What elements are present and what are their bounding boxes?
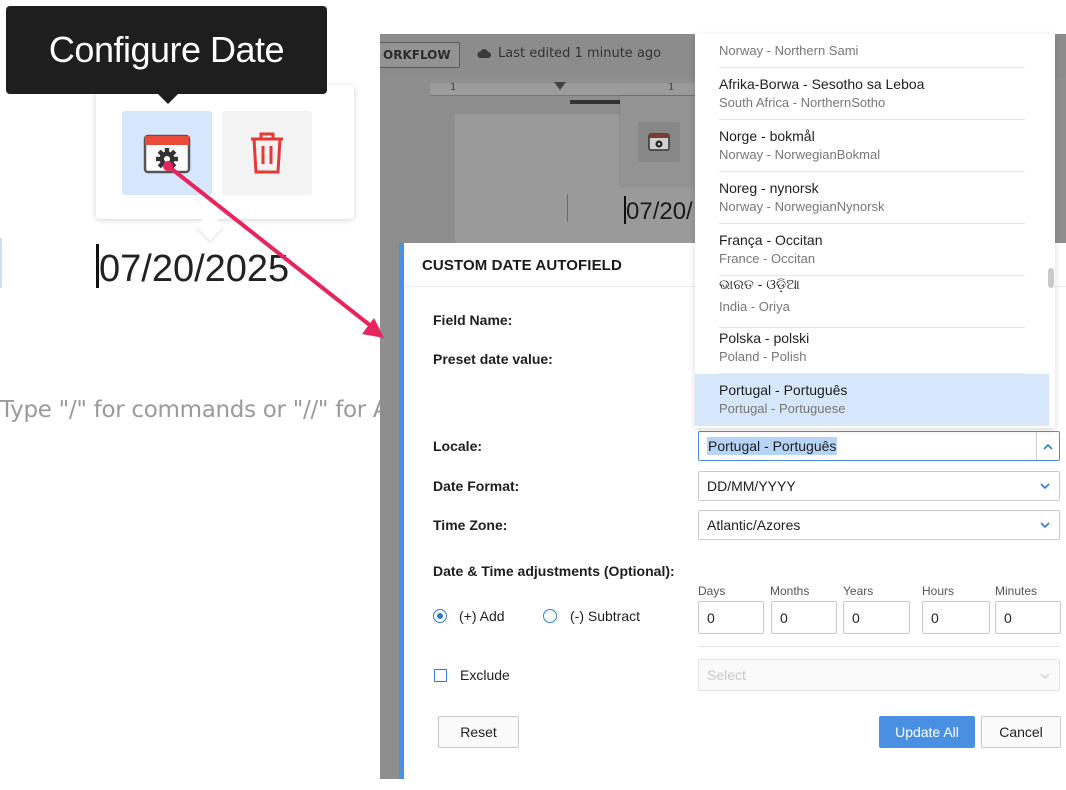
annotation-arrow: [163, 161, 384, 338]
